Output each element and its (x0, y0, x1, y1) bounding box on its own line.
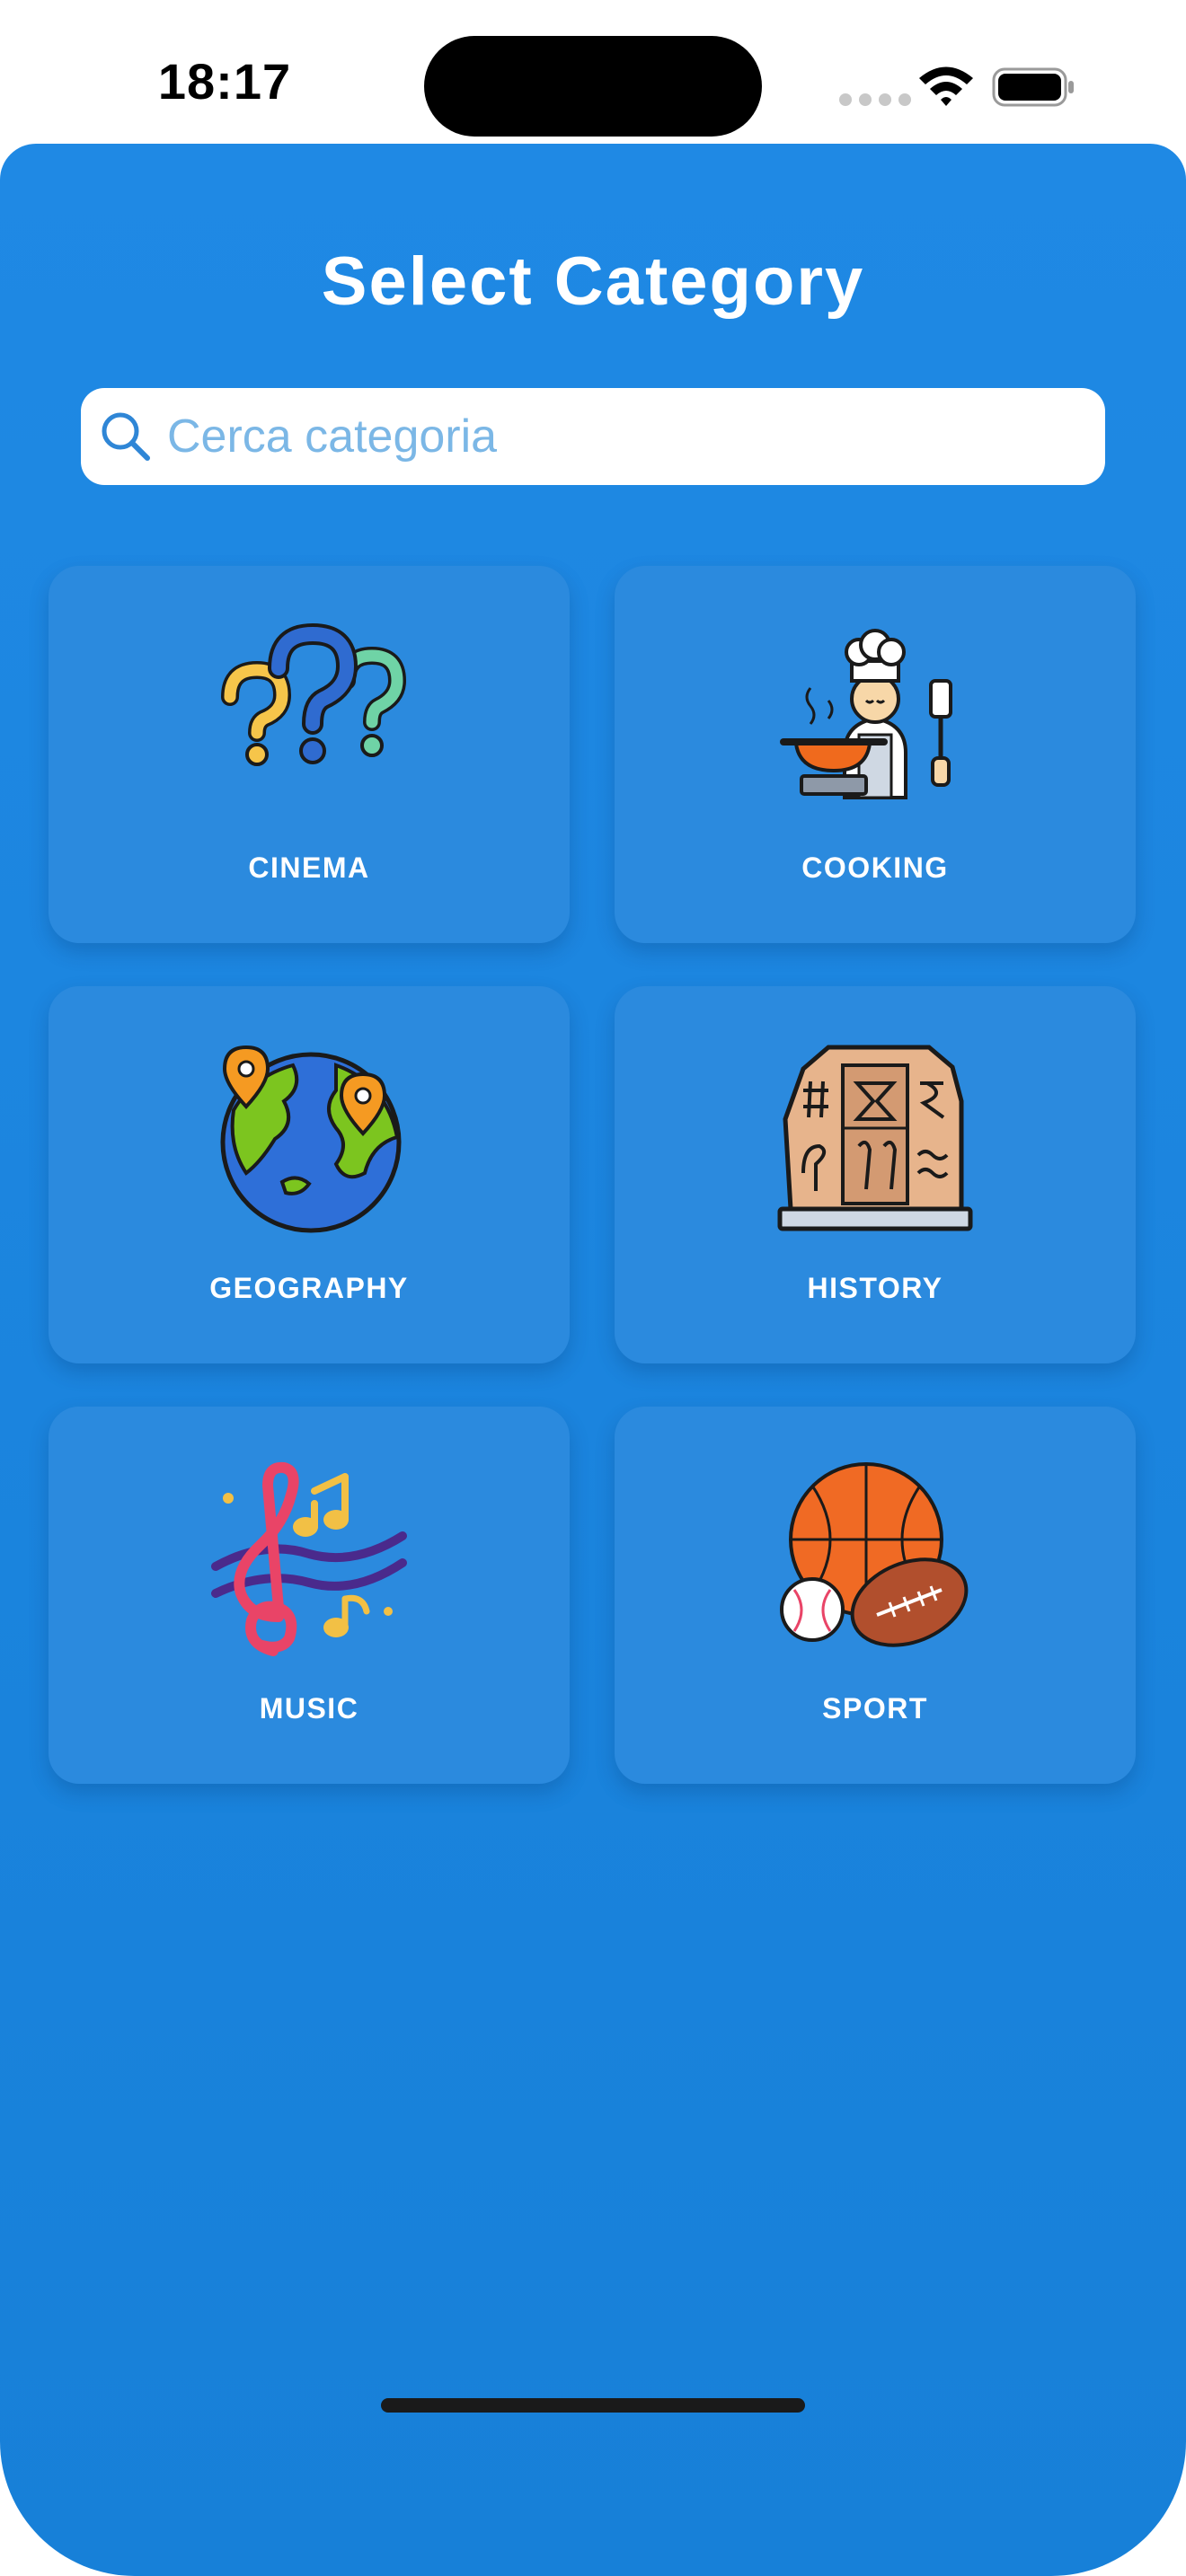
stone-tablet-icon (777, 1045, 973, 1231)
home-indicator[interactable] (381, 2398, 805, 2413)
search-icon (102, 412, 150, 461)
cellular-signal-icon (839, 93, 911, 106)
search-bar[interactable] (81, 388, 1105, 485)
status-time: 18:17 (157, 53, 292, 110)
question-marks-icon (221, 622, 407, 766)
globe-icon (220, 1045, 402, 1233)
wifi-icon (919, 66, 973, 106)
music-notes-icon (211, 1461, 407, 1656)
battery-icon (992, 67, 1074, 107)
category-label: COOKING (801, 851, 949, 884)
search-input[interactable] (167, 401, 1084, 472)
category-card-music[interactable]: MUSIC (49, 1407, 570, 1784)
category-label: CINEMA (248, 851, 370, 884)
category-label: MUSIC (259, 1692, 359, 1725)
status-bar: 18:17 (0, 0, 1186, 144)
chef-icon (780, 629, 952, 799)
category-card-sport[interactable]: SPORT (615, 1407, 1136, 1784)
app-screen: Select Category CINEMA (0, 144, 1186, 2576)
category-card-geography[interactable]: GEOGRAPHY (49, 986, 570, 1363)
category-label: HISTORY (807, 1272, 943, 1304)
page-title: Select Category (321, 243, 865, 320)
category-label: SPORT (822, 1692, 928, 1725)
category-card-cooking[interactable]: COOKING (615, 566, 1136, 943)
category-label: GEOGRAPHY (209, 1272, 409, 1304)
dynamic-island (424, 36, 762, 137)
category-card-history[interactable]: HISTORY (615, 986, 1136, 1363)
category-card-cinema[interactable]: CINEMA (49, 566, 570, 943)
sports-balls-icon (780, 1462, 969, 1647)
